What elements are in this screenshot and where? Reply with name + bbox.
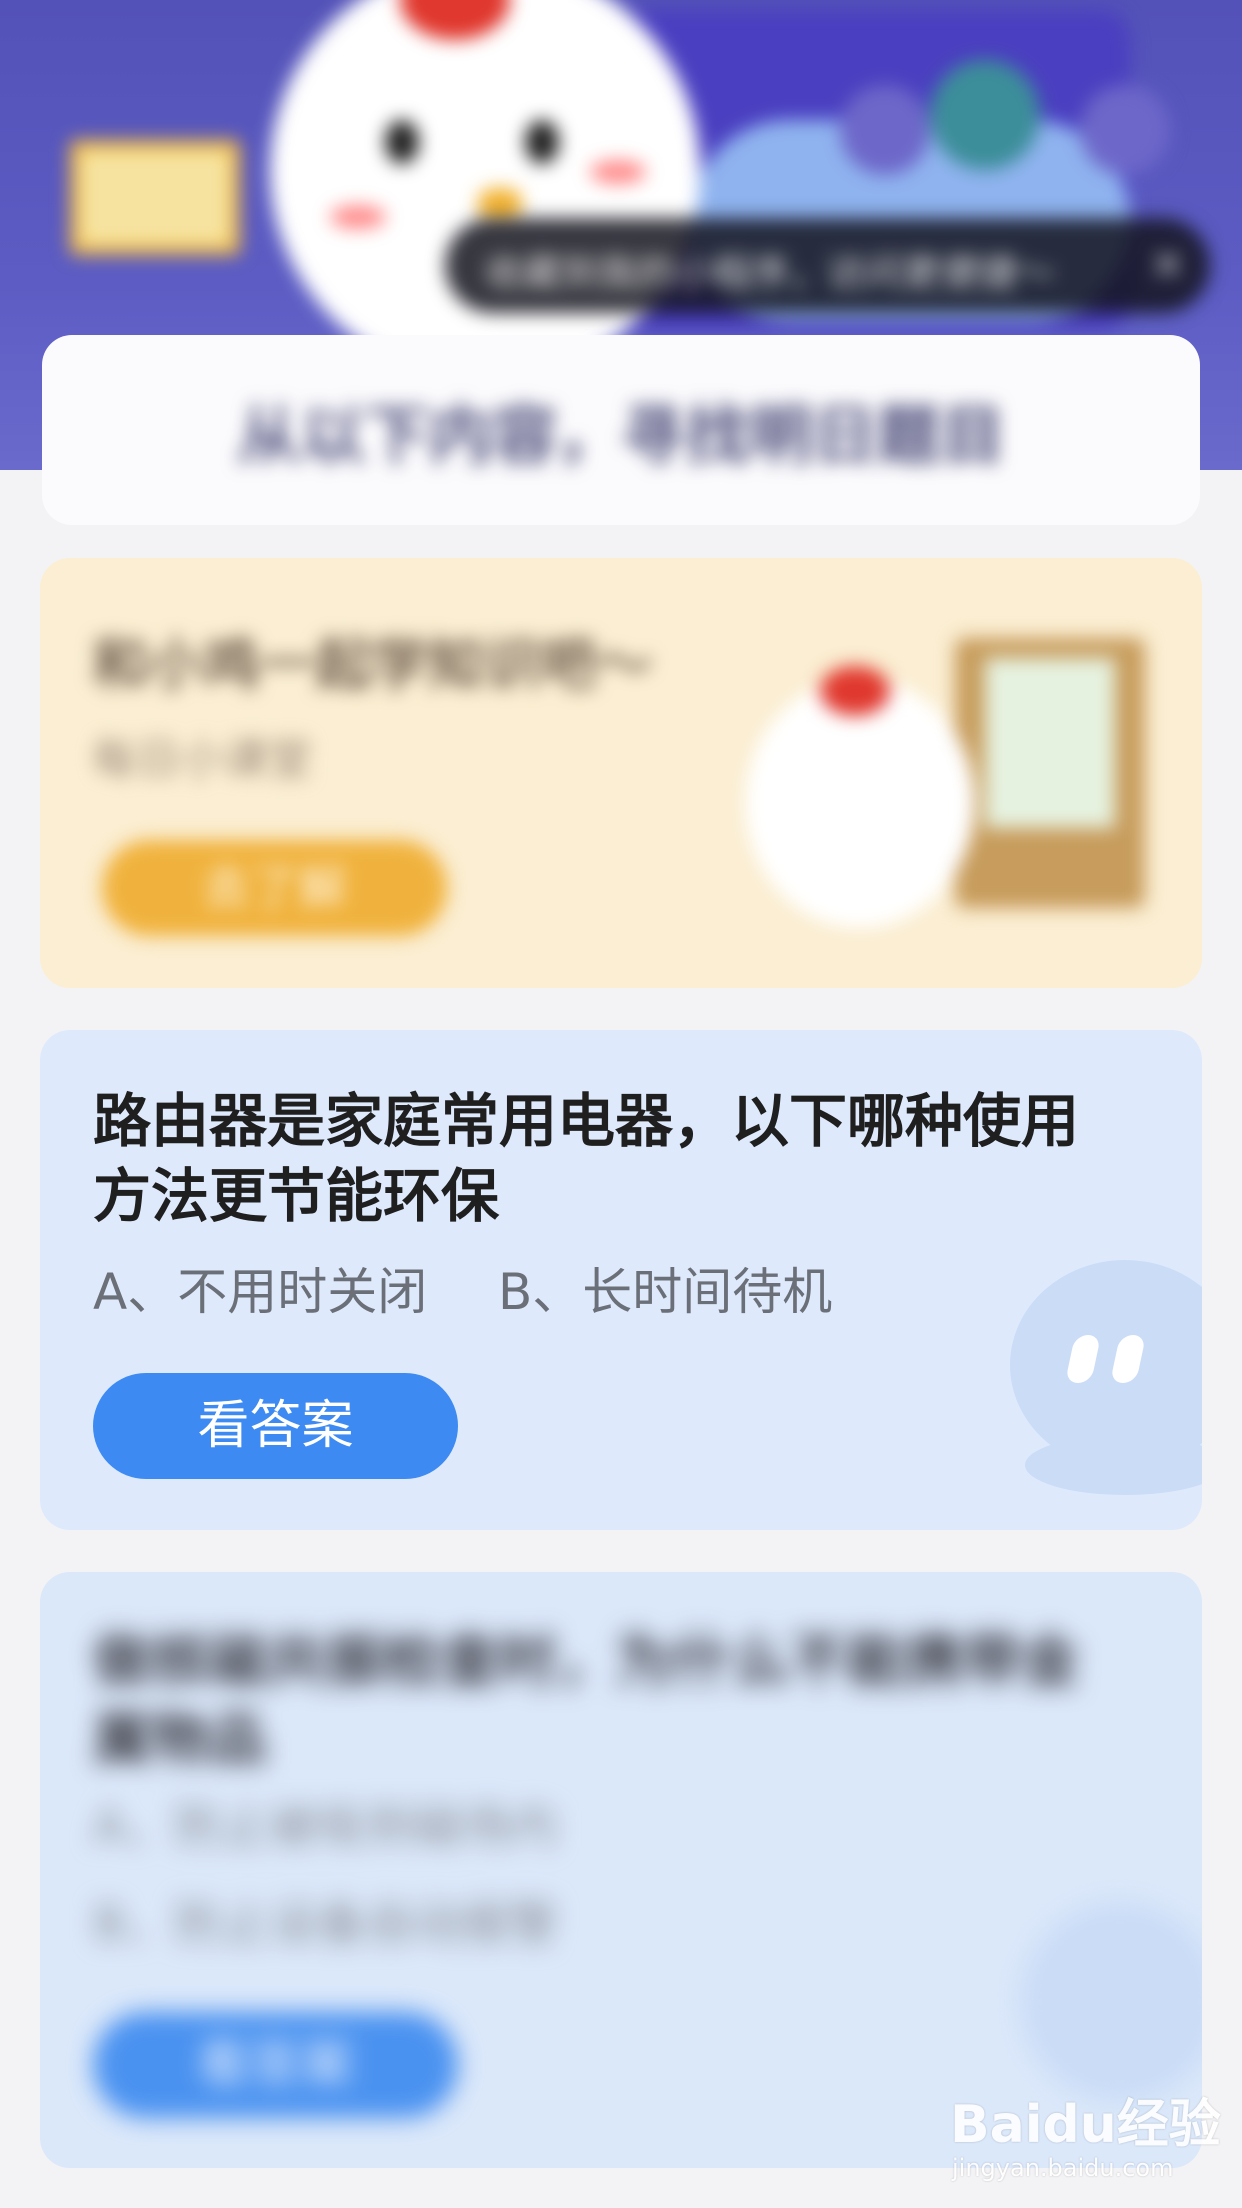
learn-more-button[interactable]: 去了解 xyxy=(102,840,447,936)
view-answer-button[interactable]: 看答案 xyxy=(93,2012,458,2118)
easel-canvas xyxy=(985,658,1115,828)
chicken-comb xyxy=(820,666,890,716)
add-to-my-miniapp-tooltip[interactable]: 收藏到我的小程序，访问更便捷～ × xyxy=(445,218,1210,313)
option-b: B、防止设备自动报警 xyxy=(93,1896,558,1952)
chicken-cheek xyxy=(590,160,646,184)
question-card: 做核磁共振检查时，为什么不能携带金属物品 A、防止被吸到磁场内 B、防止设备自动… xyxy=(40,1572,1202,2168)
close-icon[interactable]: × xyxy=(1149,238,1186,289)
option-a: A、防止被吸到磁场内 xyxy=(93,1799,558,1855)
question-title: 路由器是家庭常用电器，以下哪种使用方法更节能环保 xyxy=(93,1087,1080,1230)
watermark-url: jingyan.baidu.com xyxy=(952,2154,1174,2182)
chicken-cheek xyxy=(330,205,386,229)
page-heading: 从以下内容，寻找明日题目 xyxy=(237,400,1005,474)
view-answer-button[interactable]: 看答案 xyxy=(93,1373,458,1479)
globe-icon xyxy=(930,60,1040,170)
settings-icon[interactable] xyxy=(1080,85,1170,175)
chicken-eye xyxy=(385,120,419,164)
option-b: B、长时间待机 xyxy=(498,1263,833,1321)
daily-class-card[interactable]: 和小鸡一起学知识吧～ 每日小课堂 去了解 xyxy=(40,558,1202,988)
question-title: 做核磁共振检查时，为什么不能携带金属物品 xyxy=(93,1627,1080,1773)
home-icon[interactable] xyxy=(840,85,930,175)
heading-card: 从以下内容，寻找明日题目 xyxy=(42,335,1200,525)
chicken-eye xyxy=(525,120,559,164)
option-a: A、不用时关闭 xyxy=(93,1263,428,1321)
question-card: 路由器是家庭常用电器，以下哪种使用方法更节能环保 A、不用时关闭 B、长时间待机… xyxy=(40,1030,1202,1530)
tooltip-text: 收藏到我的小程序，访问更便捷～ xyxy=(485,251,1056,295)
baidu-jingyan-watermark: Baidu经验 jingyan.baidu.com xyxy=(950,2082,1221,2192)
chat-bubble-tail xyxy=(1025,1435,1202,1495)
watermark-logo: Baidu经验 xyxy=(950,2095,1221,2155)
picture-frame-icon xyxy=(70,140,240,255)
chicken-beak xyxy=(478,188,522,222)
chat-bubble-icon xyxy=(1020,1902,1202,2102)
daily-class-subtitle: 每日小课堂 xyxy=(92,734,312,785)
daily-class-title: 和小鸡一起学知识吧～ xyxy=(92,633,652,698)
